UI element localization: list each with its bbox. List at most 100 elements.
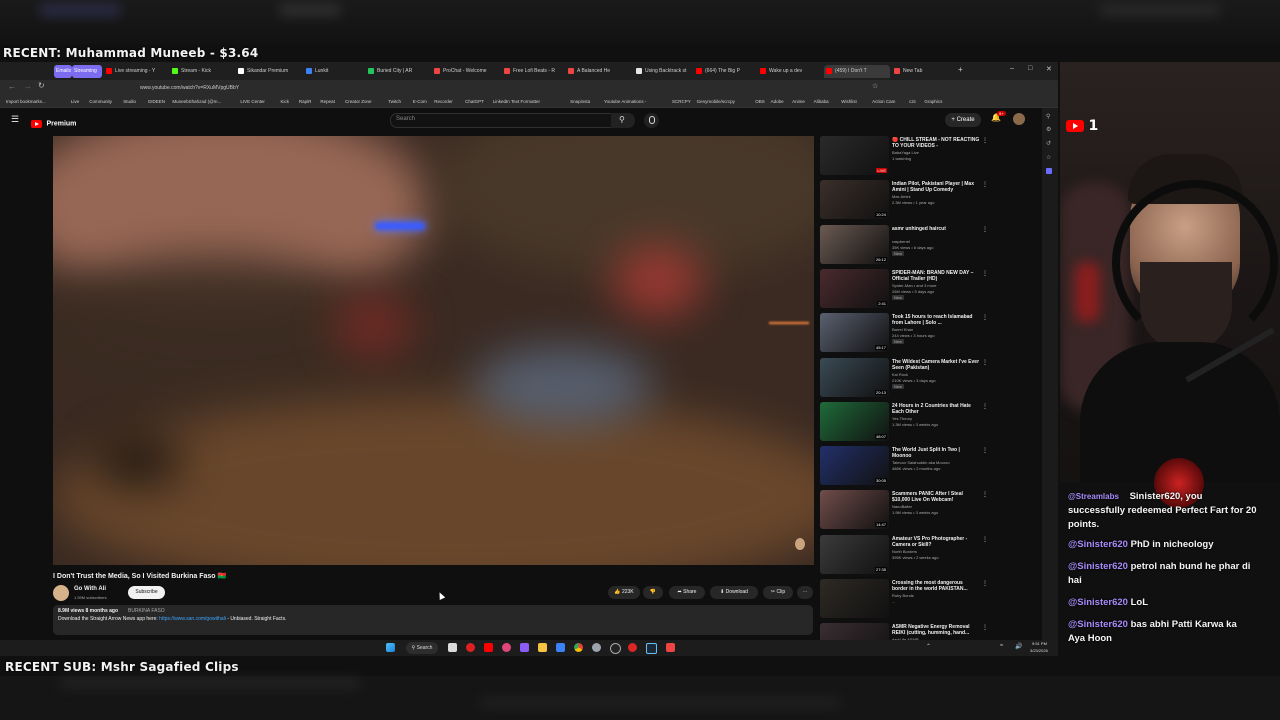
bookmark-item[interactable]: Alibaba [814, 97, 829, 106]
bookmark-item[interactable]: Import bookmarks... [6, 97, 46, 106]
video-thumbnail[interactable]: 20:13 [820, 357, 889, 397]
related-video-title[interactable]: The Wildest Camera Market I've Ever Seen… [892, 359, 980, 371]
more-options-icon[interactable]: ⋮ [982, 403, 988, 410]
description-box[interactable]: 8.9M views 8 months ago BURKINA FASO Dow… [53, 605, 813, 635]
bookmark-item[interactable]: Community [89, 97, 112, 106]
browser-tab[interactable]: Sikandar Premium [236, 65, 302, 78]
chat-username[interactable]: @Sinister620 [1068, 597, 1128, 608]
related-video-title[interactable]: 24 Hours in 2 Countries that Hate Each O… [892, 403, 980, 415]
video-thumbnail[interactable]: 48:07 [820, 401, 889, 441]
bookmark-item[interactable]: MuneebShahzad (@m... [172, 97, 221, 106]
video-thumbnail[interactable]: LIVE [820, 136, 889, 175]
bookmark-item[interactable]: Adobe [771, 97, 784, 106]
description-link[interactable]: https://www.san.com/gowithali [159, 616, 226, 622]
sidepanel-settings-icon[interactable]: ⚙ [1046, 126, 1051, 133]
video-thumbnail[interactable]: 14:47 [820, 490, 889, 530]
video-thumbnail[interactable]: 27:35 [820, 534, 889, 574]
opera-icon[interactable] [466, 643, 475, 652]
related-video-item[interactable]: 20:13 The Wildest Camera Market I've Ever… [820, 357, 990, 400]
bookmark-item[interactable]: RapiR [299, 97, 312, 106]
chat-username[interactable]: @Sinister620 [1068, 561, 1128, 572]
related-video-channel[interactable]: Barrel Khan [892, 327, 980, 332]
taskbar-time[interactable]: 9:51 PM [1032, 641, 1047, 646]
tray-chevron-icon[interactable]: ⌃ [926, 643, 931, 650]
steam-icon[interactable] [646, 643, 657, 654]
app-icon-blue[interactable] [556, 643, 565, 652]
more-options-icon[interactable]: ⋮ [982, 359, 988, 366]
browser-tab[interactable]: Streaming [72, 65, 102, 78]
sidepanel-history-icon[interactable]: ↺ [1046, 140, 1051, 147]
bookmark-item[interactable]: c2c [909, 97, 916, 106]
related-video-channel[interactable]: Max Amini [892, 194, 980, 199]
browser-tab[interactable]: (459) I Don't T [824, 65, 890, 78]
wifi-icon[interactable]: ≈ [1000, 643, 1003, 649]
chrome-icon[interactable] [574, 643, 583, 652]
channel-avatar[interactable] [53, 585, 69, 601]
more-options-icon[interactable]: ⋮ [982, 536, 988, 543]
related-video-title[interactable]: Scammers PANIC After I Steal $10,000 Liv… [892, 491, 980, 503]
voice-search-button[interactable] [644, 113, 659, 128]
subscribe-button[interactable]: Subscribe [128, 586, 165, 599]
related-video-item[interactable]: 10:24 Indian Pilot, Pakistani Player | Ma… [820, 180, 990, 222]
bookmark-item[interactable]: ChatGPT [465, 97, 484, 106]
bookmark-item[interactable]: Creator Zone [345, 97, 372, 106]
more-options-icon[interactable]: ⋮ [982, 270, 988, 277]
related-video-title[interactable]: The World Just Split In Two | Moonoo [892, 447, 980, 459]
star-icon[interactable]: ☆ [872, 82, 878, 90]
youtube-logo[interactable]: Premium [31, 115, 76, 128]
related-video-channel[interactable]: BabaYaga Live [892, 150, 980, 155]
windows-start-icon[interactable] [386, 643, 395, 652]
bookmark-item[interactable]: Twitch [388, 97, 401, 106]
related-video-title[interactable]: SPIDER-MAN: BRAND NEW DAY – Official Tra… [892, 270, 980, 282]
bookmark-item[interactable]: LIVE Center [240, 97, 265, 106]
bookmark-item[interactable]: OBS [755, 97, 765, 106]
new-tab-icon[interactable]: + [958, 65, 963, 74]
video-thumbnail[interactable]: 45:17 [820, 313, 889, 353]
related-video-title[interactable]: asmr unhinged haircut [892, 226, 980, 232]
minimize-icon[interactable]: – [1010, 65, 1014, 72]
share-button[interactable]: ➦ Share [669, 586, 705, 599]
related-video-item[interactable]: 30:05 The World Just Split In Two | Moono… [820, 446, 990, 488]
related-video-item[interactable]: 26:12 asmr unhinged haircut raspberrel 35K … [820, 224, 990, 267]
channel-name[interactable]: Go With Ali [74, 586, 106, 592]
browser-tab[interactable]: Wake up a dev [758, 65, 822, 78]
more-options-icon[interactable]: ⋮ [982, 226, 988, 233]
dislike-button[interactable]: 👎 [643, 586, 663, 599]
video-thumbnail[interactable]: 10:24 [820, 180, 889, 220]
browser-tab[interactable]: (664) The Big P [694, 65, 756, 78]
browser-tab[interactable]: A Balanced He [566, 65, 632, 78]
bookmark-item[interactable]: Wishlist [841, 97, 857, 106]
bookmark-item[interactable]: GIDEEN [148, 97, 165, 106]
bookmark-item[interactable]: LinkedIn Text Formatter [493, 97, 540, 106]
search-button[interactable]: ⚲ [611, 113, 635, 128]
chat-username[interactable]: @Sinister620 [1068, 619, 1128, 630]
related-video-channel[interactable]: raspberrel [892, 239, 980, 244]
related-video-title[interactable]: Indian Pilot, Pakistani Player | Max Ami… [892, 181, 980, 193]
youtube-app-icon[interactable] [484, 643, 493, 652]
bookmark-item[interactable]: Genymobile/scrcpy [697, 97, 735, 106]
related-video-item[interactable]: LIVE 🔴 CHILL STREAM - NOT REACTING TO YOU… [820, 136, 990, 178]
app-icon-purple[interactable] [520, 643, 529, 652]
app-icon-gray[interactable] [592, 643, 601, 652]
bookmark-item[interactable]: Anime [792, 97, 805, 106]
speaker-icon[interactable]: 🔊 [1015, 643, 1022, 650]
obs-icon[interactable] [610, 643, 621, 654]
taskbar-date[interactable]: 3/23/2026 [1030, 648, 1048, 653]
bookmark-item[interactable]: Repeat [320, 97, 335, 106]
avatar[interactable] [1013, 113, 1025, 125]
browser-tab[interactable]: New Tab [892, 65, 950, 78]
browser-tab[interactable]: Stream - Kick [170, 65, 234, 78]
clip-button[interactable]: ✂ Clip [763, 586, 793, 599]
bookmark-item[interactable]: Live [71, 97, 79, 106]
maximize-icon[interactable]: □ [1028, 65, 1032, 72]
app-icon-red[interactable] [628, 643, 637, 652]
related-video-title[interactable]: ASMR Negative Energy Removal REIKI (cutt… [892, 624, 980, 636]
video-thumbnail[interactable] [820, 579, 889, 618]
more-options-icon[interactable]: ⋮ [982, 580, 988, 587]
app-icon-calendar[interactable] [666, 643, 675, 652]
back-icon[interactable]: ← [8, 82, 16, 91]
bookmark-item[interactable]: SCRCPY [672, 97, 691, 106]
bookmark-item[interactable]: Kick [281, 97, 290, 106]
more-options-icon[interactable]: ⋮ [982, 181, 988, 188]
related-video-channel[interactable]: Ruby Bonds [892, 593, 980, 598]
